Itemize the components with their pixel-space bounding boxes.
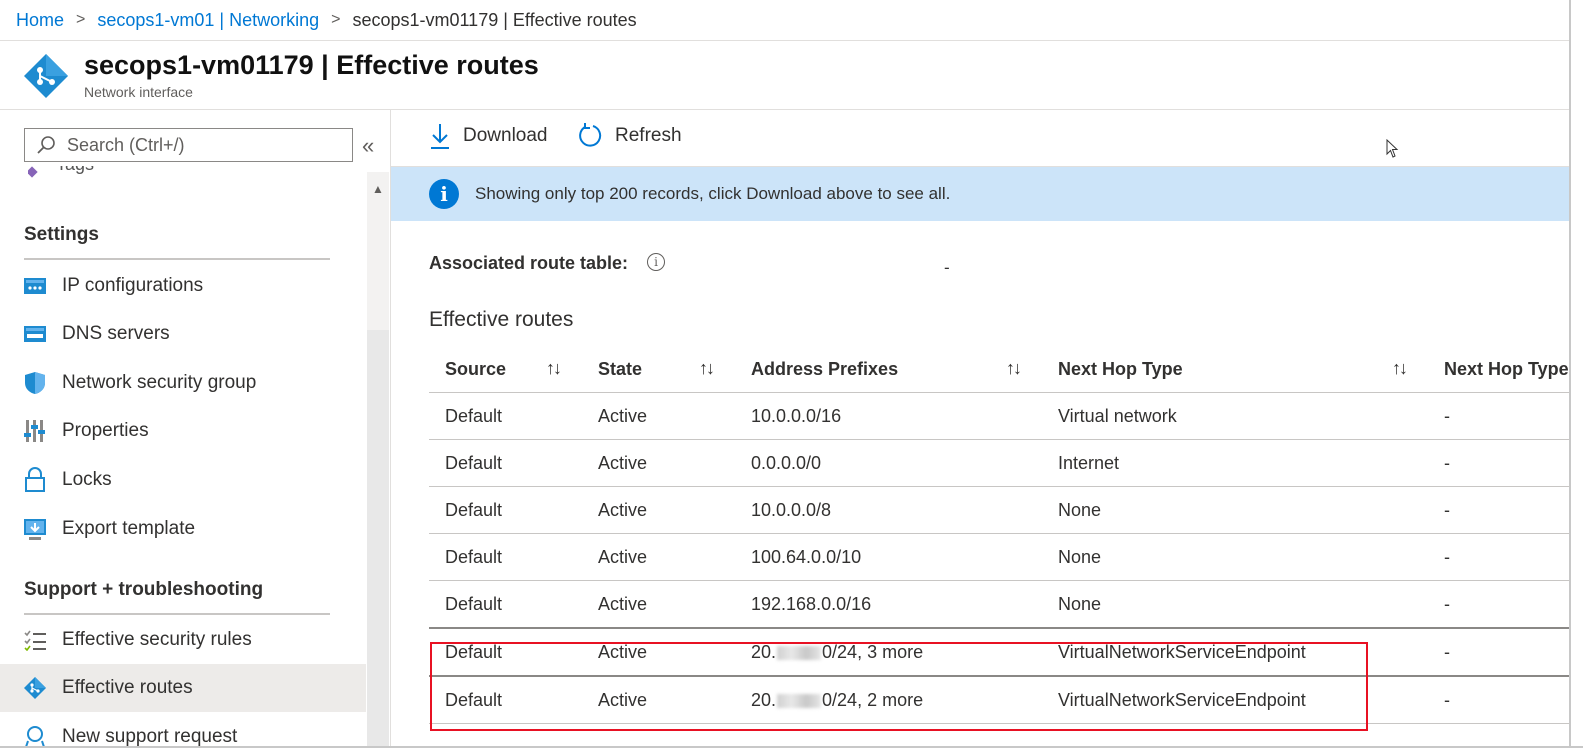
sidebar-item-export-template[interactable]: Export template (0, 505, 366, 553)
dns-servers-icon (22, 321, 48, 347)
chevron-right-icon: > (331, 11, 341, 28)
download-icon (431, 124, 449, 149)
scrollbar-thumb[interactable] (367, 330, 389, 746)
scroll-up-icon[interactable]: ▲ (372, 182, 384, 196)
breadcrumb-current: secops1-vm01179 | Effective routes (352, 9, 637, 30)
sidebar-item-effective-security-rules[interactable]: Effective security rules (0, 616, 366, 664)
effective-routes-table: Source ↑↓ State ↑↓ Address Prefixes ↑↓ Next… (429, 346, 1569, 724)
associated-route-table-value: - (944, 258, 950, 277)
sidebar-item-new-support-request[interactable]: New support request (0, 713, 366, 746)
page-header: secops1-vm01179 | Effective routes Netwo… (0, 42, 1569, 110)
support-section-title: Support + troubleshooting (24, 579, 264, 600)
security-rules-icon (22, 627, 48, 653)
sidebar-item-dns-servers[interactable]: DNS servers (0, 310, 366, 358)
collapse-menu-button[interactable]: « (362, 135, 374, 157)
refresh-icon (579, 123, 602, 147)
associated-route-table-label: Associated route table: (429, 253, 629, 273)
info-icon: i (429, 179, 459, 209)
window-frame-right (1569, 0, 1583, 756)
column-header-next-hop-type[interactable]: Next Hop Type ↑↓ (1042, 346, 1428, 393)
settings-section-title: Settings (24, 224, 99, 245)
address-prefix-cell: 20. 0/24, 3 more (735, 628, 1042, 677)
lock-icon (22, 467, 48, 493)
sidebar-scrollbar[interactable]: ▲ (367, 172, 389, 746)
info-banner-message: Showing only top 200 records, click Down… (475, 184, 951, 203)
table-row: Default Active 0.0.0.0/0 Internet - (429, 439, 1569, 487)
section-divider (24, 613, 330, 615)
properties-icon (22, 418, 48, 444)
sidebar-item-tags[interactable]: Tags (28, 166, 94, 186)
sort-icon[interactable]: ↑↓ (546, 358, 562, 379)
window-frame-bottom (0, 746, 1583, 756)
breadcrumb-home-link[interactable]: Home (16, 10, 64, 31)
mouse-cursor-icon (1386, 139, 1399, 158)
breadcrumb: Home > secops1-vm01 | Networking > secop… (0, 0, 1569, 41)
section-divider (24, 258, 330, 260)
table-row: Default Active 20. 0/24, 2 more VirtualNe… (429, 676, 1569, 724)
search-icon (37, 136, 55, 154)
table-row: Default Active 100.64.0.0/10 None - (429, 533, 1569, 581)
redacted-ip (777, 693, 822, 708)
info-banner: i Showing only top 200 records, click Do… (391, 167, 1569, 221)
search-box[interactable] (24, 128, 353, 162)
info-circle-icon[interactable]: i (647, 253, 665, 271)
page-title: secops1-vm01179 | Effective routes (84, 50, 539, 80)
effective-routes-icon (22, 675, 48, 701)
main-content: Download Refresh i Showing only top 200 … (391, 110, 1569, 746)
address-prefix-cell: 20. 0/24, 2 more (735, 676, 1042, 724)
network-interface-icon (24, 54, 68, 98)
effective-routes-heading: Effective routes (429, 308, 574, 331)
page-subtitle: Network interface (84, 84, 193, 100)
table-row: Default Active 192.168.0.0/16 None - (429, 580, 1569, 629)
sort-icon[interactable]: ↑↓ (1006, 358, 1022, 379)
shield-icon (22, 370, 48, 396)
column-header-next-hop-ip[interactable]: Next Hop Type (1428, 346, 1569, 393)
redacted-ip (777, 645, 822, 660)
column-header-address-prefixes[interactable]: Address Prefixes ↑↓ (735, 346, 1042, 393)
sidebar-item-properties[interactable]: Properties (0, 407, 366, 455)
table-row: Default Active 10.0.0.0/8 None - (429, 486, 1569, 534)
table-row: Default Active 10.0.0.0/16 Virtual netwo… (429, 392, 1569, 440)
export-template-icon (22, 516, 48, 542)
resource-menu: « Tags Settings IP configurations DNS se… (0, 110, 391, 746)
breadcrumb-networking-link[interactable]: secops1-vm01 | Networking (97, 10, 319, 31)
sidebar-item-effective-routes[interactable]: Effective routes (0, 664, 366, 712)
tag-icon (28, 166, 38, 178)
column-header-source[interactable]: Source ↑↓ (429, 346, 582, 393)
table-row: Default Active 20. 0/24, 3 more VirtualNe… (429, 628, 1569, 677)
sort-icon[interactable]: ↑↓ (1392, 358, 1408, 379)
sidebar-item-ip-configurations[interactable]: IP configurations (0, 262, 366, 310)
download-button[interactable]: Download (429, 122, 548, 150)
sidebar-item-network-security-group[interactable]: Network security group (0, 359, 366, 407)
column-header-state[interactable]: State ↑↓ (582, 346, 735, 393)
search-input[interactable] (65, 133, 339, 157)
ip-configurations-icon (22, 273, 48, 299)
refresh-button[interactable]: Refresh (577, 122, 682, 150)
table-header-row: Source ↑↓ State ↑↓ Address Prefixes ↑↓ Next… (429, 346, 1569, 393)
sort-icon[interactable]: ↑↓ (699, 358, 715, 379)
support-request-icon (22, 724, 48, 746)
chevron-right-icon: > (76, 11, 86, 28)
sidebar-item-locks[interactable]: Locks (0, 456, 366, 504)
